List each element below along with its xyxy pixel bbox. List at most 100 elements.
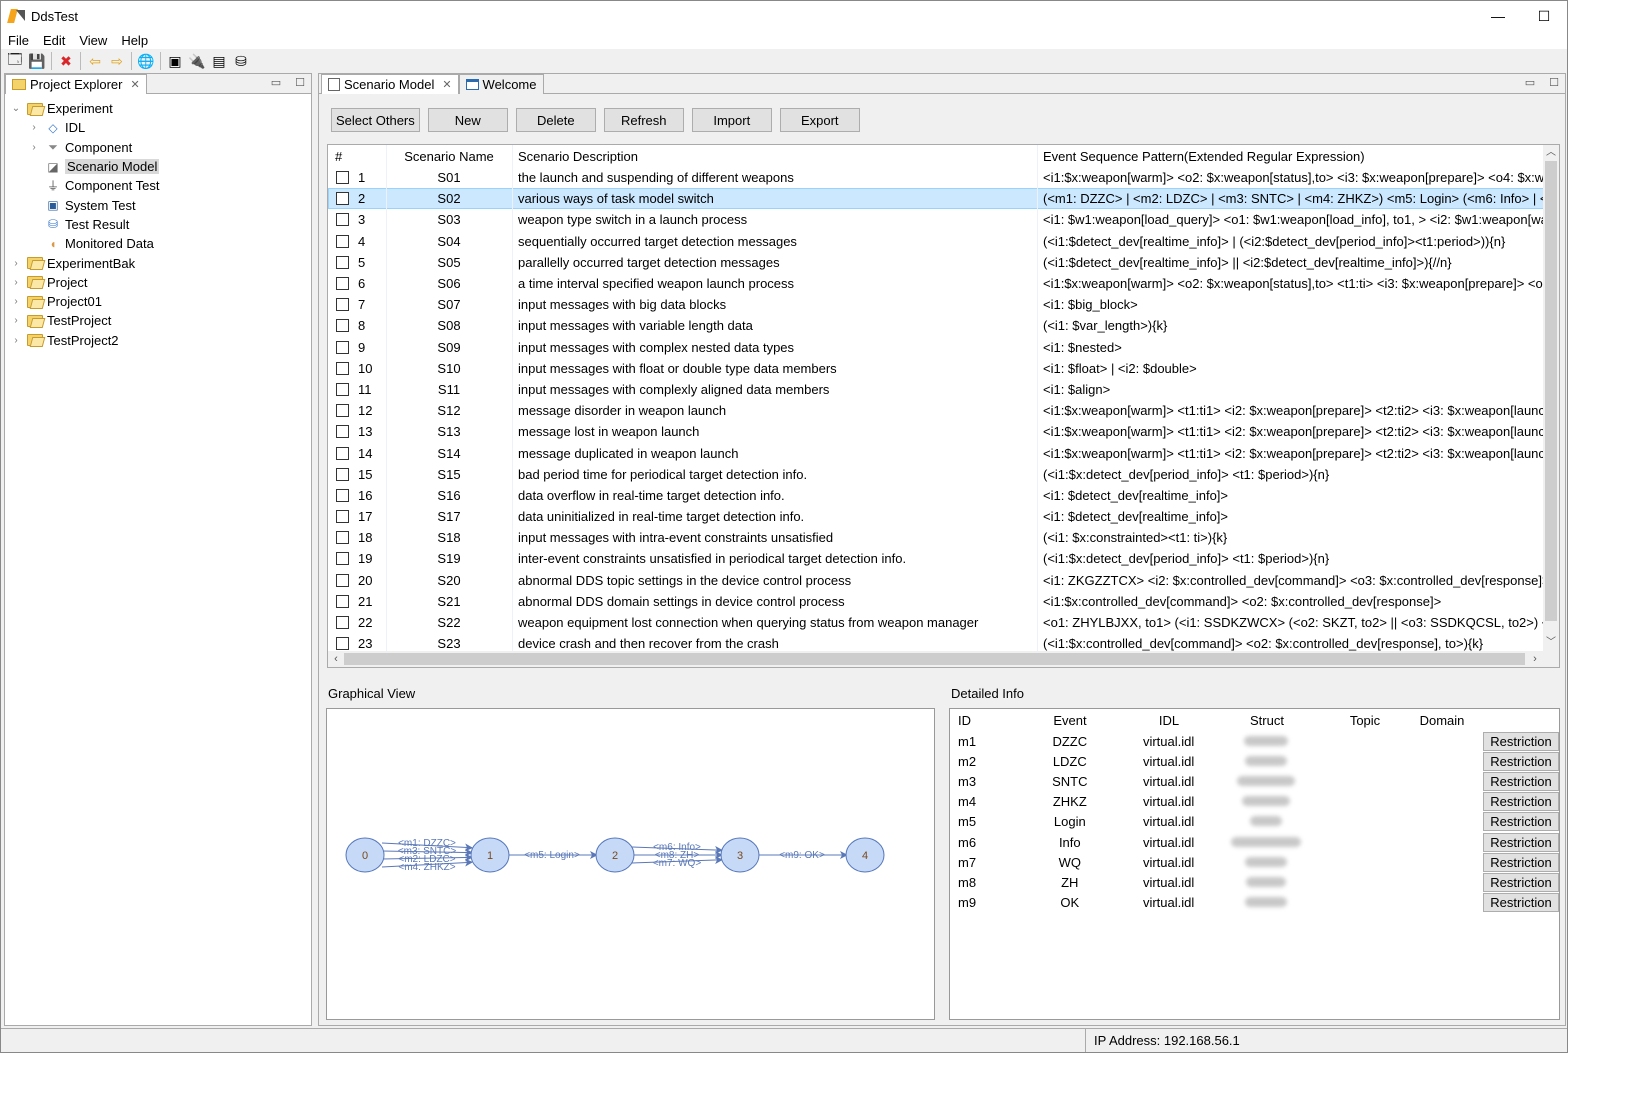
column-header[interactable]: Scenario Name (386, 149, 512, 164)
scroll-thumb[interactable] (1545, 161, 1557, 621)
new-icon[interactable]: 🗔 (4, 51, 26, 71)
select-others-button[interactable]: Select Others (331, 108, 420, 132)
row-checkbox[interactable] (336, 446, 349, 460)
maximize-editor-icon[interactable]: ☐ (1549, 76, 1559, 89)
maximize-button[interactable]: ☐ (1521, 1, 1567, 31)
row-checkbox[interactable] (336, 382, 349, 396)
tree-item-idl[interactable]: › ◇ IDL (5, 118, 311, 137)
scenario-description: abnormal DDS domain settings in device c… (518, 593, 845, 609)
delete-button[interactable]: Delete (515, 108, 596, 132)
row-checkbox[interactable] (336, 298, 349, 312)
close-icon[interactable]: ✕ (442, 78, 451, 91)
scroll-up-icon[interactable]: ︿ (1543, 145, 1559, 161)
row-checkbox[interactable] (336, 171, 349, 185)
row-checkbox[interactable] (336, 192, 349, 206)
tab-scenario-model[interactable]: Scenario Model ✕ (321, 74, 459, 94)
tab-welcome[interactable]: Welcome (458, 74, 544, 94)
tab-project-explorer[interactable]: Project Explorer ✕ (5, 74, 147, 94)
tree-item-system-test[interactable]: ▣ System Test (5, 195, 311, 214)
new-button[interactable]: New (427, 108, 508, 132)
tree-item-scenario-model[interactable]: ◪ Scenario Model (5, 157, 311, 176)
console-icon[interactable]: ▣ (164, 51, 186, 71)
tree-item-project[interactable]: › Project (5, 273, 311, 292)
scroll-down-icon[interactable]: ﹀ (1543, 635, 1559, 651)
column-header[interactable]: Scenario Description (512, 149, 1037, 164)
row-checkbox[interactable] (336, 277, 349, 291)
database-icon[interactable]: ⛁ (230, 51, 252, 71)
vertical-scrollbar[interactable]: ︿ ﹀ (1543, 145, 1559, 651)
column-header[interactable]: Event Sequence Pattern(Extended Regular … (1037, 149, 1559, 164)
tree-item-component[interactable]: › ⏷ Component (5, 138, 311, 157)
save-icon[interactable]: 💾 (26, 51, 48, 71)
restriction-button[interactable]: Restriction (1483, 832, 1559, 852)
import-button[interactable]: Import (691, 108, 772, 132)
expand-toggle-icon[interactable]: › (27, 142, 41, 153)
expand-toggle-icon[interactable]: › (27, 122, 41, 133)
event-id: m4 (958, 794, 977, 810)
expand-toggle-icon[interactable]: › (9, 277, 23, 288)
hscroll-thumb[interactable] (344, 653, 1525, 665)
close-icon[interactable]: ✕ (130, 78, 139, 91)
restriction-button[interactable]: Restriction (1483, 751, 1559, 771)
restriction-button[interactable]: Restriction (1483, 872, 1559, 892)
tree-item-monitored-data[interactable]: ◖ Monitored Data (5, 234, 311, 253)
restriction-button[interactable]: Restriction (1483, 812, 1559, 832)
restriction-button[interactable]: Restriction (1483, 893, 1559, 913)
restriction-button[interactable]: Restriction (1483, 731, 1559, 751)
tree-item-experimentbak[interactable]: › ExperimentBak (5, 253, 311, 272)
forward-icon[interactable]: ⇨ (106, 51, 128, 71)
tree-item-testproject[interactable]: › TestProject (5, 311, 311, 330)
row-checkbox[interactable] (336, 425, 349, 439)
column-header[interactable]: # (328, 149, 386, 164)
row-checkbox[interactable] (336, 213, 349, 227)
expand-toggle-icon[interactable]: › (9, 258, 23, 269)
row-checkbox[interactable] (336, 552, 349, 566)
export-button[interactable]: Export (779, 108, 860, 132)
tree-item-project01[interactable]: › Project01 (5, 292, 311, 311)
expand-toggle-icon[interactable]: ⌄ (9, 103, 23, 114)
minimize-button[interactable]: — (1475, 1, 1521, 31)
maximize-view-icon[interactable]: ☐ (295, 76, 305, 89)
row-checkbox[interactable] (336, 594, 349, 608)
minimize-editor-icon[interactable]: ▭ (1525, 76, 1535, 89)
refresh-button[interactable]: Refresh (603, 108, 684, 132)
menu-view[interactable]: View (72, 33, 114, 48)
expand-toggle-icon[interactable]: › (9, 335, 23, 346)
scroll-left-icon[interactable]: ‹ (328, 651, 344, 667)
row-checkbox[interactable] (336, 467, 349, 481)
tree-item-experiment[interactable]: ⌄ Experiment (5, 99, 311, 118)
row-checkbox[interactable] (336, 340, 349, 354)
back-icon[interactable]: ⇦ (84, 51, 106, 71)
tree-item-component-test[interactable]: ⏚ Component Test (5, 176, 311, 195)
row-checkbox[interactable] (336, 616, 349, 630)
restriction-button[interactable]: Restriction (1483, 771, 1559, 791)
tree-item-test-result[interactable]: ⛁ Test Result (5, 215, 311, 234)
row-checkbox[interactable] (336, 637, 349, 651)
row-checkbox[interactable] (336, 255, 349, 269)
globe-icon[interactable]: 🌐 (135, 51, 157, 71)
row-checkbox[interactable] (336, 488, 349, 502)
row-checkbox[interactable] (336, 319, 349, 333)
row-checkbox[interactable] (336, 361, 349, 375)
row-checkbox[interactable] (336, 573, 349, 587)
horizontal-scrollbar[interactable]: ‹ › (328, 651, 1559, 667)
restriction-button[interactable]: Restriction (1483, 792, 1559, 812)
tree-item-testproject2[interactable]: › TestProject2 (5, 331, 311, 350)
row-checkbox[interactable] (336, 531, 349, 545)
row-checkbox[interactable] (336, 234, 349, 248)
delete-icon[interactable]: ✖ (55, 51, 77, 71)
restriction-button[interactable]: Restriction (1483, 852, 1559, 872)
scroll-right-icon[interactable]: › (1527, 651, 1543, 667)
row-checkbox[interactable] (336, 510, 349, 524)
menu-help[interactable]: Help (114, 33, 155, 48)
info-column-header: Struct (1250, 712, 1284, 728)
row-checkbox[interactable] (336, 404, 349, 418)
minimize-view-icon[interactable]: ▭ (271, 76, 281, 89)
menu-file[interactable]: File (1, 33, 36, 48)
row-number-cell: 6 (328, 276, 386, 291)
menu-edit[interactable]: Edit (36, 33, 72, 48)
expand-toggle-icon[interactable]: › (9, 296, 23, 307)
plug-icon[interactable]: 🔌 (186, 51, 208, 71)
expand-toggle-icon[interactable]: › (9, 315, 23, 326)
monitor-icon[interactable]: ▤ (208, 51, 230, 71)
